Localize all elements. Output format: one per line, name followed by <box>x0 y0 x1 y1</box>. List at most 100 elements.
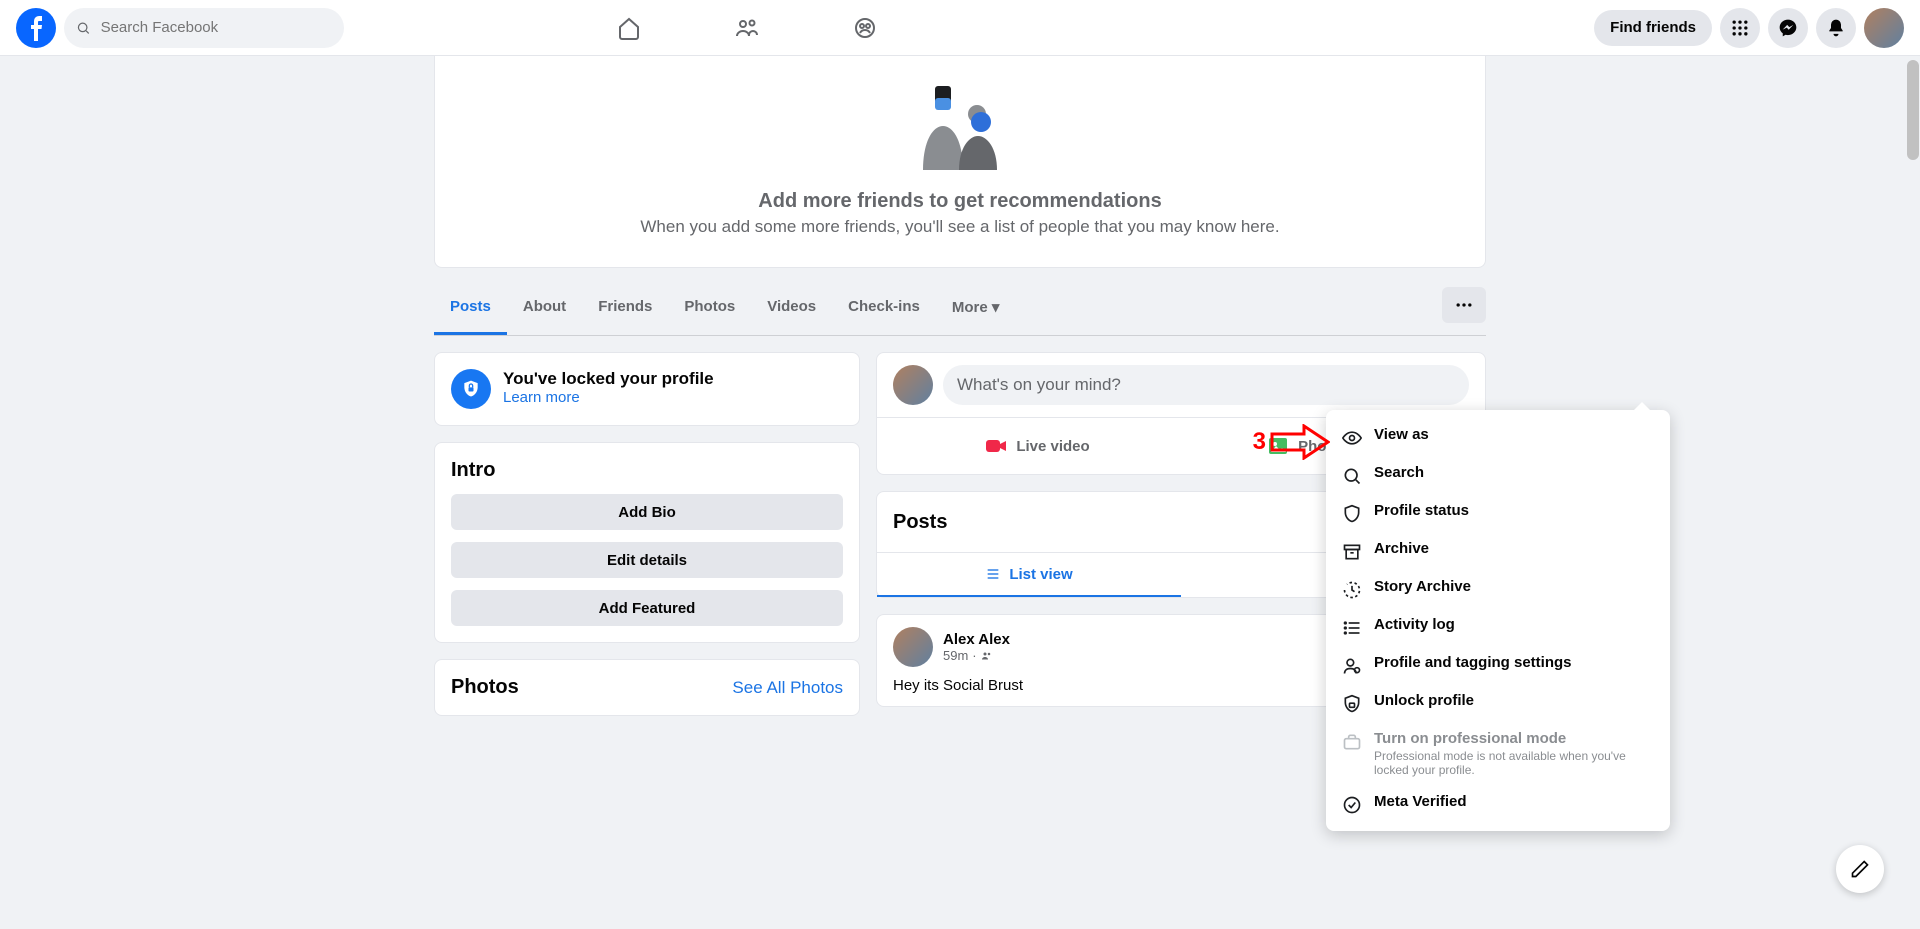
recommendation-subtitle: When you add some more friends, you'll s… <box>455 217 1465 237</box>
profile-more-button[interactable] <box>1442 287 1486 323</box>
menu-tagging-settings[interactable]: Profile and tagging settings <box>1334 646 1662 684</box>
account-avatar[interactable] <box>1864 8 1904 48</box>
audience-friends-icon <box>981 650 993 662</box>
live-video-icon <box>984 434 1008 458</box>
edit-details-button[interactable]: Edit details <box>451 542 843 578</box>
photos-card: Photos See All Photos <box>434 659 860 716</box>
menu-archive-label: Archive <box>1374 540 1429 557</box>
messenger-icon <box>1778 18 1798 38</box>
post-avatar[interactable] <box>893 627 933 667</box>
notifications-button[interactable] <box>1816 8 1856 48</box>
tab-row: Posts About Friends Photos Videos Check-… <box>434 282 1015 335</box>
bell-icon <box>1826 18 1846 38</box>
nav-home[interactable] <box>574 4 684 52</box>
unlock-shield-icon <box>1342 694 1362 714</box>
live-video-button[interactable]: Live video <box>893 426 1181 466</box>
search-icon <box>1342 466 1362 486</box>
dots-icon <box>1454 295 1474 315</box>
search-box[interactable] <box>64 8 344 48</box>
profile-tabs: Posts About Friends Photos Videos Check-… <box>434 282 1486 336</box>
post-author[interactable]: Alex Alex <box>943 631 1010 648</box>
groups-icon <box>853 16 877 40</box>
add-bio-button[interactable]: Add Bio <box>451 494 843 530</box>
menu-profile-status-label: Profile status <box>1374 502 1469 519</box>
search-input[interactable] <box>99 18 332 37</box>
composer-avatar[interactable] <box>893 365 933 405</box>
tab-checkins[interactable]: Check-ins <box>832 282 936 335</box>
left-column: You've locked your profile Learn more In… <box>434 352 860 716</box>
menu-view-as-label: View as <box>1374 426 1429 443</box>
menu-meta-verified-label: Meta Verified <box>1374 793 1467 810</box>
eye-icon <box>1342 428 1362 448</box>
home-icon <box>617 16 641 40</box>
menu-unlock-profile[interactable]: Unlock profile <box>1334 684 1662 722</box>
live-video-label: Live video <box>1016 438 1089 455</box>
list-icon <box>985 566 1001 582</box>
menu-tagging-label: Profile and tagging settings <box>1374 654 1572 671</box>
learn-more-link[interactable]: Learn more <box>503 389 714 406</box>
caret-down-icon: ▾ <box>992 299 1000 316</box>
briefcase-icon <box>1342 732 1362 752</box>
see-all-photos-link[interactable]: See All Photos <box>732 678 843 698</box>
photo-icon <box>1266 434 1290 458</box>
nav-friends[interactable] <box>692 4 802 52</box>
menu-activity-log-label: Activity log <box>1374 616 1455 633</box>
grid-icon <box>1730 18 1750 38</box>
verified-icon <box>1342 795 1362 815</box>
photos-heading: Photos <box>451 676 519 699</box>
friend-recommendation-card: Add more friends to get recommendations … <box>434 56 1486 268</box>
shield-lock-icon <box>451 369 491 409</box>
posts-heading: Posts <box>893 511 947 534</box>
tab-friends[interactable]: Friends <box>582 282 668 335</box>
list-view-tab[interactable]: List view <box>877 553 1181 597</box>
menu-activity-log[interactable]: Activity log <box>1334 608 1662 646</box>
top-header: Find friends <box>0 0 1920 56</box>
intro-card: Intro Add Bio Edit details Add Featured <box>434 442 860 643</box>
menu-grid-button[interactable] <box>1720 8 1760 48</box>
composer-input[interactable]: What's on your mind? <box>943 365 1469 405</box>
edit-icon <box>1850 859 1870 879</box>
tab-more[interactable]: More ▾ <box>936 282 1016 335</box>
nav-groups[interactable] <box>810 4 920 52</box>
tab-posts[interactable]: Posts <box>434 282 507 335</box>
menu-search[interactable]: Search <box>1334 456 1662 494</box>
menu-story-archive[interactable]: Story Archive <box>1334 570 1662 608</box>
messenger-button[interactable] <box>1768 8 1808 48</box>
menu-view-as[interactable]: View as <box>1334 418 1662 456</box>
header-nav <box>344 4 1594 52</box>
profile-options-menu: View as Search Profile status Archive St… <box>1326 410 1670 831</box>
friends-icon <box>735 16 759 40</box>
intro-heading: Intro <box>451 459 843 482</box>
post-time: 59m <box>943 648 968 663</box>
scrollbar-thumb[interactable] <box>1907 60 1919 160</box>
add-featured-button[interactable]: Add Featured <box>451 590 843 626</box>
menu-pro-mode-sub: Professional mode is not available when … <box>1374 749 1654 777</box>
menu-archive[interactable]: Archive <box>1334 532 1662 570</box>
menu-story-archive-label: Story Archive <box>1374 578 1471 595</box>
menu-pro-mode-label: Turn on professional mode <box>1374 730 1654 747</box>
find-friends-button[interactable]: Find friends <box>1594 10 1712 46</box>
menu-search-label: Search <box>1374 464 1424 481</box>
locked-profile-card: You've locked your profile Learn more <box>434 352 860 426</box>
menu-professional-mode: Turn on professional mode Professional m… <box>1334 722 1662 785</box>
tab-more-label: More <box>952 299 988 316</box>
history-icon <box>1342 580 1362 600</box>
menu-meta-verified[interactable]: Meta Verified <box>1334 785 1662 823</box>
search-icon <box>76 20 91 36</box>
tab-about[interactable]: About <box>507 282 582 335</box>
recommendation-illustration <box>455 86 1465 170</box>
menu-unlock-label: Unlock profile <box>1374 692 1474 709</box>
tab-videos[interactable]: Videos <box>751 282 832 335</box>
menu-profile-status[interactable]: Profile status <box>1334 494 1662 532</box>
facebook-logo[interactable] <box>16 8 56 48</box>
tab-photos[interactable]: Photos <box>668 282 751 335</box>
header-left <box>0 8 344 48</box>
post-meta: 59m · <box>943 648 1010 663</box>
recommendation-title: Add more friends to get recommendations <box>455 190 1465 213</box>
header-right: Find friends <box>1594 8 1920 48</box>
gear-person-icon <box>1342 656 1362 676</box>
shield-icon <box>1342 504 1362 524</box>
floating-edit-button[interactable] <box>1836 845 1884 893</box>
activity-icon <box>1342 618 1362 638</box>
list-view-label: List view <box>1009 566 1072 583</box>
